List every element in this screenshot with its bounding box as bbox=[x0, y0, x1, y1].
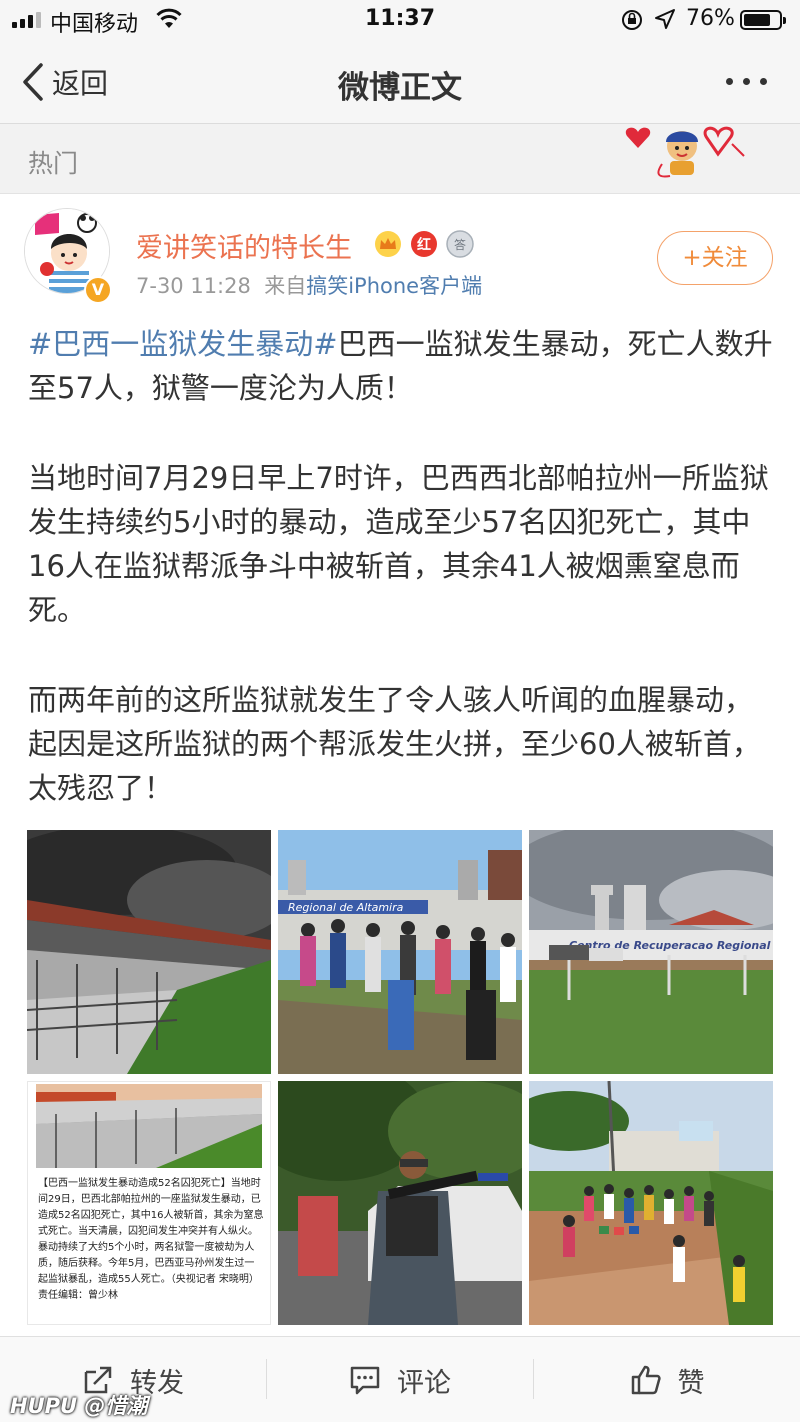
post-image-4[interactable]: 【巴西一监狱发生暴动造成52名囚犯死亡】当地时间29日，巴西北部帕拉州的一座监狱… bbox=[27, 1081, 271, 1325]
comment-button[interactable]: 评论 bbox=[267, 1337, 533, 1422]
post-paragraph-2: 当地时间7月29日早上7时许，巴西西北部帕拉州一所监狱发生持续约5小时的暴动，造… bbox=[28, 461, 769, 627]
status-bar: 中国移动 11:37 76% bbox=[0, 0, 800, 40]
comment-icon bbox=[350, 1366, 380, 1395]
crown-icon[interactable] bbox=[374, 230, 402, 258]
nav-bar: 返回 微博正文 bbox=[0, 40, 800, 124]
username[interactable]: 爱讲笑话的特长生 bbox=[136, 226, 352, 265]
post-image-2[interactable]: Regional de Altamira bbox=[278, 830, 522, 1074]
page-title: 微博正文 bbox=[338, 70, 462, 106]
like-label: 赞 bbox=[677, 1367, 705, 1399]
user-badges: 红 答 bbox=[374, 230, 474, 258]
red-badge-text: 红 bbox=[417, 237, 431, 254]
battery-percent: 76% bbox=[686, 6, 735, 31]
hot-section-header: 热门 bbox=[0, 124, 800, 194]
location-arrow-icon bbox=[654, 8, 676, 34]
source-prefix: 来自 bbox=[264, 274, 307, 298]
battery-icon bbox=[740, 10, 786, 30]
hot-label: 热门 bbox=[28, 149, 79, 178]
post-paragraph-3: 而两年前的这所监狱就发生了令人骇人听闻的血腥暴动，起因是这所监狱的两个帮派发生火… bbox=[28, 683, 761, 805]
cartoon-sticker-icon bbox=[622, 124, 747, 190]
news-caption: 【巴西一监狱发生暴动造成52名囚犯死亡】当地时间29日，巴西北部帕拉州的一座监狱… bbox=[38, 1178, 264, 1301]
post-image-5[interactable] bbox=[278, 1081, 522, 1325]
thumbs-up-icon bbox=[631, 1365, 661, 1395]
post-image-1[interactable] bbox=[27, 830, 271, 1074]
post-meta: 7-30 11:28 来自搞笑iPhone客户端 bbox=[136, 270, 482, 300]
back-label: 返回 bbox=[52, 67, 109, 100]
post-paragraph-1: #巴西一监狱发生暴动#巴西一监狱发生暴动，死亡人数升至57人，狱警一度沦为人质！ bbox=[28, 322, 774, 410]
red-badge-icon[interactable]: 红 bbox=[410, 230, 438, 258]
verified-badge-icon: V bbox=[84, 276, 112, 304]
post-date: 7-30 11:28 bbox=[136, 274, 251, 298]
follow-button[interactable]: +关注 bbox=[657, 231, 773, 285]
ellipsis-icon[interactable] bbox=[726, 78, 767, 85]
prison-sign-text: Regional de Altamira bbox=[288, 901, 404, 914]
chevron-left-icon bbox=[23, 63, 43, 101]
post-image-3[interactable]: Centro de Recuperacao Regional d bbox=[529, 830, 773, 1074]
like-button[interactable]: 赞 bbox=[534, 1337, 800, 1422]
clock-time: 11:37 bbox=[364, 6, 436, 31]
back-button[interactable]: 返回 bbox=[22, 62, 108, 102]
comment-label: 评论 bbox=[397, 1367, 451, 1399]
medal-icon[interactable]: 答 bbox=[446, 230, 474, 258]
topic-link[interactable]: #巴西一监狱发生暴动# bbox=[28, 327, 338, 361]
orientation-lock-icon bbox=[620, 8, 644, 36]
source-app-link[interactable]: 搞笑iPhone客户端 bbox=[306, 274, 482, 298]
watermark: HUPU @惜潮 bbox=[10, 1394, 148, 1418]
medal-text: 答 bbox=[454, 237, 466, 252]
news-photo bbox=[36, 1084, 262, 1168]
post-image-6[interactable] bbox=[529, 1081, 773, 1325]
